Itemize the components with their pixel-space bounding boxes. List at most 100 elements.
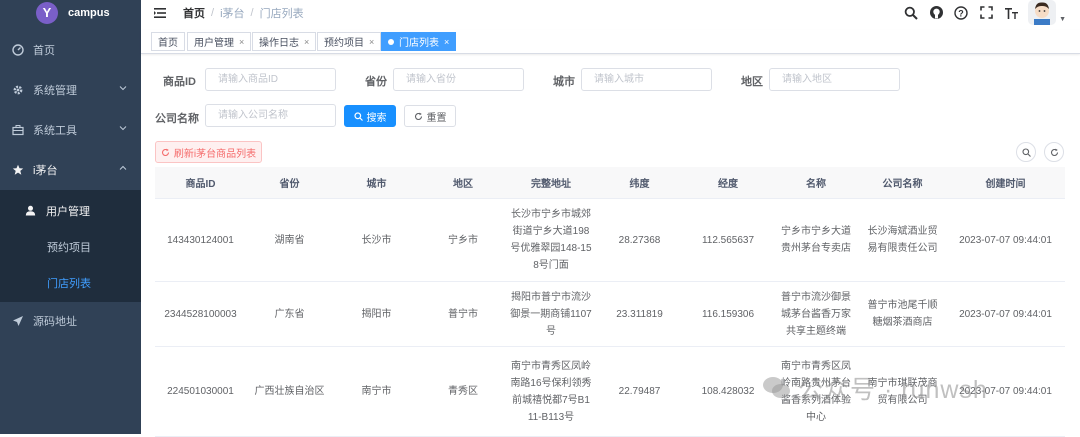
sidebar-subitem-stores[interactable]: 门店列表 [0, 264, 141, 301]
close-icon[interactable]: × [369, 37, 374, 47]
app-name: campus [68, 6, 110, 19]
table-cell: 224501030001 [167, 386, 234, 397]
refresh-icon [1050, 148, 1059, 157]
search-icon[interactable] [903, 5, 919, 21]
table-cell: 22.79487 [618, 386, 661, 397]
tag-home[interactable]: 首页 [151, 32, 185, 51]
table-cell: 湖南省 [274, 234, 305, 246]
reset-button-label: 重置 [426, 112, 447, 124]
fullscreen-icon[interactable] [978, 5, 994, 21]
logo[interactable]: Y campus [0, 0, 141, 25]
table-cell: 长沙市宁乡市城郊街道宁乡大道198号优雅翠园148-158号门面 [510, 209, 592, 271]
sidebar: Y campus 首页 系统管理 系统工具 i茅台 用户管理 预约项目 门店列表… [0, 0, 141, 434]
sidebar-subitem-users[interactable]: 用户管理 [0, 192, 141, 229]
tag-reservations[interactable]: 预约项目 × [317, 32, 382, 51]
province-label: 省份 [365, 76, 387, 88]
svg-text:?: ? [958, 8, 964, 18]
column-header: 完整地址 [531, 179, 571, 190]
refresh-table-button[interactable] [1044, 142, 1064, 162]
tag-stores[interactable]: 门店列表 × [381, 32, 457, 51]
sidebar-item-label: 系统工具 [33, 125, 77, 137]
chevron-up-icon [119, 163, 127, 175]
product-id-input[interactable] [205, 68, 336, 91]
district-input[interactable] [769, 68, 900, 91]
table-cell: 2023-07-07 09:44:01 [959, 308, 1052, 320]
table-cell: 长沙市 [361, 234, 392, 246]
table-cell: 南宁市青秀区凤岭南路16号保利领秀前城禧悦都7号B111-B113号 [510, 360, 592, 423]
watermark-text: 公众号 · runwsh [798, 376, 988, 404]
github-icon[interactable] [928, 5, 944, 21]
sidebar-item-imaotai[interactable]: i茅台 [0, 150, 141, 190]
sidebar-item-system[interactable]: 系统管理 [0, 70, 141, 110]
province-input[interactable] [393, 68, 524, 91]
wechat-icon [762, 375, 792, 401]
refresh-icon [414, 112, 423, 121]
breadcrumb-home[interactable]: 首页 [183, 5, 205, 21]
column-header: 商品ID [185, 179, 216, 190]
table-cell: 长沙海斌酒业贸易有限责任公司 [867, 226, 938, 254]
table-cell: 2344528100003 [164, 308, 237, 320]
sidebar-item-source[interactable]: 源码地址 [0, 301, 141, 341]
column-header: 纬度 [629, 179, 650, 190]
avatar[interactable] [1028, 0, 1057, 25]
star-icon [11, 164, 25, 176]
table-cell: 青秀区 [448, 386, 478, 397]
breadcrumb: 首页 / i茅台 / 门店列表 [183, 5, 304, 21]
table-cell: 揭阳市 [361, 308, 392, 320]
close-icon[interactable]: × [304, 37, 309, 47]
font-size-icon[interactable] [1003, 5, 1019, 21]
column-header: 公司名称 [882, 179, 923, 190]
product-id-label: 商品ID [163, 76, 196, 88]
company-input[interactable] [205, 104, 336, 127]
sidebar-item-label: 源码地址 [33, 316, 77, 328]
table-header: 商品ID 省份 城市 地区 完整地址 纬度 经度 名称 公司名称 创建时间 [155, 167, 1065, 199]
table-row[interactable]: 2344528100003 广东省 揭阳市 普宁市 揭阳市普宁市流沙御景一期商铺… [155, 282, 1065, 347]
sidebar-subitem-reservations[interactable]: 预约项目 [0, 228, 141, 265]
refresh-icon [161, 148, 170, 157]
city-label: 城市 [553, 76, 575, 88]
toggle-search-button[interactable] [1016, 142, 1036, 162]
district-label: 地区 [741, 76, 763, 88]
sidebar-item-home[interactable]: 首页 [0, 30, 141, 70]
caret-down-icon[interactable]: ▼ [1059, 16, 1066, 23]
search-button[interactable]: 搜索 [344, 105, 396, 127]
reset-button[interactable]: 重置 [404, 105, 456, 127]
close-icon[interactable]: × [239, 37, 244, 47]
toolbox-icon [11, 124, 25, 136]
breadcrumb-current: 门店列表 [259, 7, 304, 20]
close-icon[interactable]: × [444, 37, 449, 47]
tag-operation-log[interactable]: 操作日志 × [252, 32, 317, 51]
sidebar-item-label: i茅台 [33, 165, 58, 177]
table-cell: 143430124001 [167, 234, 234, 246]
table-cell: 广西壮族自治区 [254, 386, 325, 397]
table-cell: 108.428032 [701, 386, 755, 397]
sidebar-item-label: 系统管理 [33, 85, 77, 97]
question-icon[interactable]: ? [953, 5, 969, 21]
refresh-products-button[interactable]: 刷新i茅台商品列表 [155, 141, 262, 163]
city-input[interactable] [581, 68, 712, 91]
app-logo-icon: Y [36, 1, 58, 24]
table-cell: 28.27368 [618, 234, 661, 246]
sidebar-item-tools[interactable]: 系统工具 [0, 110, 141, 150]
sidebar-subitem-label: 用户管理 [46, 205, 90, 218]
tag-label: 门店列表 [399, 38, 439, 49]
table-cell: 112.565637 [701, 234, 755, 246]
column-header: 城市 [366, 179, 387, 190]
tag-label: 操作日志 [259, 38, 299, 49]
tag-user-management[interactable]: 用户管理 × [187, 32, 252, 51]
breadcrumb-separator: / [211, 6, 215, 19]
hamburger-icon[interactable] [153, 6, 167, 20]
send-icon [11, 315, 25, 327]
column-header: 省份 [279, 179, 300, 190]
table-cell: 普宁市流沙御景城茅台酱香万家共享主题终端 [781, 291, 851, 337]
table-cell: 广东省 [274, 308, 305, 320]
column-header: 创建时间 [985, 179, 1026, 190]
table-cell: 2023-07-07 09:44:01 [959, 234, 1052, 246]
company-label: 公司名称 [155, 113, 199, 125]
table-cell: 23.311819 [616, 308, 663, 320]
tags-view: 首页 用户管理 × 操作日志 × 预约项目 × 门店列表 × [141, 30, 1080, 54]
table-row[interactable]: 143430124001 湖南省 长沙市 宁乡市 长沙市宁乡市城郊街道宁乡大道1… [155, 199, 1065, 282]
gear-icon [11, 84, 25, 96]
table-cell: 普宁市 [448, 308, 478, 320]
sidebar-item-label: 首页 [33, 45, 55, 57]
